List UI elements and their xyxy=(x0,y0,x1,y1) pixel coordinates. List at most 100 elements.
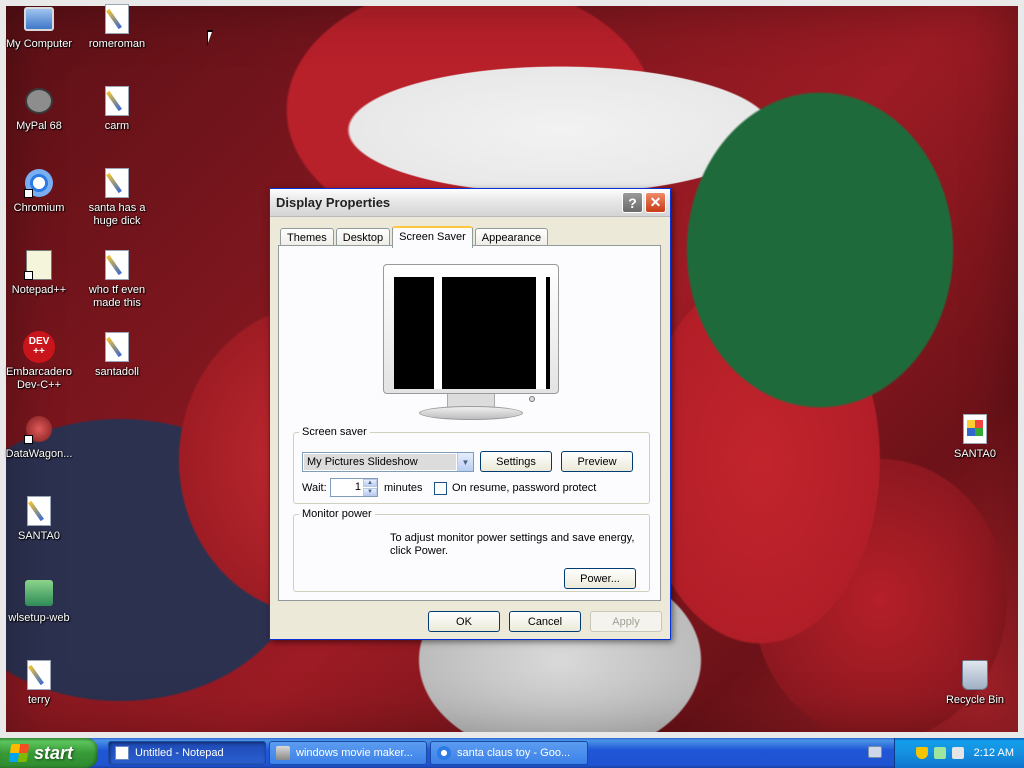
taskbar-button-label: santa claus toy - Goo... xyxy=(457,747,571,759)
raccoon-icon xyxy=(22,84,56,118)
password-protect-checkbox[interactable] xyxy=(434,482,447,495)
windows-logo-icon xyxy=(8,744,30,762)
system-tray: 2:12 AM xyxy=(894,738,1024,768)
movie-maker-icon xyxy=(276,746,290,760)
desktop-icon-label: wlsetup-web xyxy=(8,612,70,624)
desktop-icon-label: Notepad++ xyxy=(11,284,67,296)
preview-stripe xyxy=(434,277,442,389)
screen-saver-select[interactable]: My Pictures Slideshow ▼ xyxy=(302,452,474,472)
desktop-icon-mypal[interactable]: MyPal 68 xyxy=(0,84,78,133)
desktop-icon-label: terry xyxy=(28,694,50,706)
desktop-icon-datawagon[interactable]: DataWagon... xyxy=(0,412,78,461)
chromium-icon xyxy=(22,166,56,200)
close-button[interactable]: ✕ xyxy=(645,192,666,213)
clock[interactable]: 2:12 AM xyxy=(974,747,1014,759)
desktop-icon-chromium[interactable]: Chromium xyxy=(0,166,78,215)
dialog-title: Display Properties xyxy=(276,195,391,210)
paint-doc-icon xyxy=(22,658,56,692)
notepadpp-icon xyxy=(22,248,56,282)
help-button[interactable]: ? xyxy=(622,192,643,213)
desktop-icon-my-computer[interactable]: My Computer xyxy=(0,2,78,51)
screen-saver-group: Screen saver My Pictures Slideshow ▼ Set… xyxy=(293,426,650,504)
paint-doc-icon xyxy=(100,2,134,36)
devcpp-glyph-text: DEV ++ xyxy=(23,331,55,363)
network-icon[interactable] xyxy=(933,747,946,759)
desktop-icon-carm[interactable]: carm xyxy=(78,84,156,133)
minutes-label: minutes xyxy=(384,482,423,494)
ok-button[interactable]: OK xyxy=(428,611,500,632)
notepad-icon xyxy=(115,746,129,760)
tab-screen-saver[interactable]: Screen Saver xyxy=(392,226,473,248)
spin-down-icon[interactable]: ▼ xyxy=(363,488,377,496)
desktop-icon-santadoll[interactable]: santadoll xyxy=(78,330,156,379)
dialog-titlebar[interactable]: Display Properties ? ✕ xyxy=(270,189,670,217)
desktop-icon-santa0-right[interactable]: SANTA0 xyxy=(936,412,1014,461)
screen-saver-panel: Screen saver My Pictures Slideshow ▼ Set… xyxy=(278,245,661,601)
paint-doc-icon xyxy=(22,494,56,528)
paint-doc-icon xyxy=(100,248,134,282)
monitor-screen xyxy=(394,277,550,389)
recycle-bin-icon xyxy=(958,658,992,692)
desktop-icon-label: MyPal 68 xyxy=(16,120,62,132)
start-button[interactable]: start xyxy=(0,738,98,768)
shortcut-arrow-icon xyxy=(24,189,33,198)
security-shield-icon[interactable] xyxy=(915,747,928,759)
chevron-down-icon[interactable]: ▼ xyxy=(457,453,473,471)
power-button[interactable]: Power... xyxy=(564,568,636,589)
spin-up-icon[interactable]: ▲ xyxy=(363,479,377,487)
desktop-icon-label: DataWagon... xyxy=(5,448,73,460)
apply-button[interactable]: Apply xyxy=(590,611,662,632)
chromium-icon xyxy=(437,746,451,760)
wait-minutes-stepper[interactable]: 1 ▲ ▼ xyxy=(330,478,378,497)
desktop-icon-recycle-bin[interactable]: Recycle Bin xyxy=(936,658,1014,707)
taskbar-button-label: Untitled - Notepad xyxy=(135,747,224,759)
desktop-icon-label: carm xyxy=(104,120,130,132)
desktop-icon-label: Chromium xyxy=(13,202,65,214)
paint-doc-icon xyxy=(100,330,134,364)
monitor-preview xyxy=(383,264,559,424)
wait-label: Wait: xyxy=(302,482,327,494)
wait-value: 1 xyxy=(354,481,361,493)
desktop-icon-label: Recycle Bin xyxy=(945,694,1005,706)
desktop-icon-santa-huge[interactable]: santa has a huge dick xyxy=(78,166,156,228)
desktop-icon-label: SANTA0 xyxy=(954,448,996,460)
image-doc-icon xyxy=(958,412,992,446)
preview-stripe xyxy=(536,277,546,389)
devcpp-icon: DEV ++ xyxy=(22,330,56,364)
datawagon-icon xyxy=(22,412,56,446)
desktop-icon-label: romeroman xyxy=(88,38,146,50)
start-label: start xyxy=(34,742,74,763)
preview-button[interactable]: Preview xyxy=(561,451,633,472)
volume-icon[interactable] xyxy=(951,747,964,759)
desktop-icon-wlsetup[interactable]: wlsetup-web xyxy=(0,576,78,625)
desktop-icon-notepadpp[interactable]: Notepad++ xyxy=(0,248,78,297)
desktop-icon-terry[interactable]: terry xyxy=(0,658,78,707)
settings-button[interactable]: Settings xyxy=(480,451,552,472)
shortcut-arrow-icon xyxy=(24,271,33,280)
paint-doc-icon xyxy=(100,84,134,118)
taskbar-button-notepad[interactable]: Untitled - Notepad xyxy=(108,741,266,765)
desktop-icon-romeroman[interactable]: romeroman xyxy=(78,2,156,51)
monitor-power-description: To adjust monitor power settings and sav… xyxy=(390,532,635,557)
desktop-icon-label: santa has a huge dick xyxy=(88,202,146,227)
shortcut-arrow-icon xyxy=(24,435,33,444)
taskbar: start Untitled - Notepad windows movie m… xyxy=(0,738,1024,768)
cancel-button[interactable]: Cancel xyxy=(509,611,581,632)
taskbar-button-chrome[interactable]: santa claus toy - Goo... xyxy=(430,741,588,765)
monitor-power-led-icon xyxy=(529,396,535,402)
desktop-icon-devcpp[interactable]: DEV ++ Embarcadero Dev-C++ xyxy=(0,330,78,392)
monitor-stand xyxy=(419,406,523,420)
monitor-power-group: Monitor power To adjust monitor power se… xyxy=(293,508,650,592)
taskbar-button-label: windows movie maker... xyxy=(296,747,413,759)
mouse-cursor-icon xyxy=(207,30,219,46)
desktop-icon-who-tf[interactable]: who tf even made this xyxy=(78,248,156,310)
setup-icon xyxy=(22,576,56,610)
screen-saver-selected: My Pictures Slideshow xyxy=(304,454,456,470)
keyboard-icon[interactable] xyxy=(868,746,882,758)
desktop-icon-santa0-left[interactable]: SANTA0 xyxy=(0,494,78,543)
desktop-icon-label: Embarcadero Dev-C++ xyxy=(5,366,73,391)
taskbar-button-movie-maker[interactable]: windows movie maker... xyxy=(269,741,427,765)
password-protect-label[interactable]: On resume, password protect xyxy=(452,482,596,494)
screen-saver-group-label: Screen saver xyxy=(302,426,367,438)
display-properties-dialog: Display Properties ? ✕ Themes Desktop Sc… xyxy=(269,188,671,640)
